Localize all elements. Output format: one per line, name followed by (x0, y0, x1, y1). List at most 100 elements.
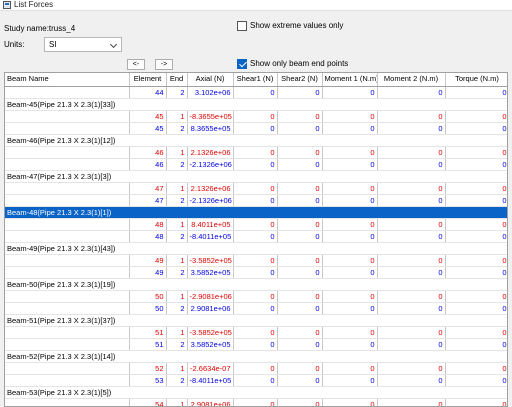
torque-cell: 0 (445, 266, 507, 279)
beam-name-cell (5, 182, 130, 195)
shear1-cell: 0 (233, 338, 278, 351)
table-row[interactable]: 51 1 -3.5852e+05 0 0 0 0 0 (5, 326, 507, 339)
beam-name-cell (5, 146, 130, 159)
table-row[interactable]: 45 1 -8.3655e+05 0 0 0 0 0 (5, 110, 507, 123)
header-shear2[interactable]: Shear2 (N) (277, 73, 323, 87)
header-moment1[interactable]: Moment 1 (N.m) (322, 73, 378, 87)
beam-name-cell: Beam-46(Pipe 21.3 X 2.3(1)[12]) (5, 134, 507, 147)
beam-group-row[interactable]: Beam-47(Pipe 21.3 X 2.3(1)[3]) (5, 170, 507, 183)
shear2-cell: 0 (277, 374, 323, 387)
moment1-cell: 0 (322, 158, 378, 171)
axial-cell: -8.4011e+05 (187, 230, 234, 243)
table-header-row: Beam Name Element End Axial (N) Shear1 (… (5, 73, 507, 87)
moment2-cell: 0 (377, 362, 446, 375)
table-row[interactable]: 50 2 2.9081e+06 0 0 0 0 0 (5, 302, 507, 315)
shear1-cell: 0 (233, 326, 278, 339)
extreme-values-checkbox[interactable] (237, 21, 247, 31)
axial-cell: 2.9081e+06 (187, 302, 234, 315)
shear1-cell: 0 (233, 266, 278, 279)
window-title: List Forces (14, 0, 54, 9)
table-row[interactable]: 45 2 8.3655e+05 0 0 0 0 0 (5, 122, 507, 135)
table-row[interactable]: 44 2 3.102e+06 0 0 0 0 0 (5, 86, 507, 99)
table-row[interactable]: 49 1 -3.5852e+05 0 0 0 0 0 (5, 254, 507, 267)
header-moment2[interactable]: Moment 2 (N.m) (377, 73, 446, 87)
end-cell: 1 (166, 218, 188, 231)
header-axial[interactable]: Axial (N) (187, 73, 234, 87)
beam-group-row[interactable]: Beam-51(Pipe 21.3 X 2.3(1)[37]) (5, 314, 507, 327)
element-cell: 54 (129, 398, 167, 406)
beam-group-row[interactable]: Beam-45(Pipe 21.3 X 2.3(1)[33]) (5, 98, 507, 111)
beam-group-row[interactable]: Beam-50(Pipe 21.3 X 2.3(1)[19]) (5, 278, 507, 291)
table-row[interactable]: 47 1 2.1326e+06 0 0 0 0 0 (5, 182, 507, 195)
table-row[interactable]: 52 1 -2.6634e-07 0 0 0 0 0 (5, 362, 507, 375)
table-row[interactable]: 54 1 2.9081e+06 0 0 0 0 0 (5, 398, 507, 406)
moment2-cell: 0 (377, 254, 446, 267)
torque-cell: 0 (445, 338, 507, 351)
shear2-cell: 0 (277, 110, 323, 123)
beam-end-points-checkbox[interactable] (237, 59, 247, 69)
element-cell: 44 (129, 86, 167, 99)
end-cell: 2 (166, 338, 188, 351)
table-row[interactable]: 48 1 8.4011e+05 0 0 0 0 0 (5, 218, 507, 231)
beam-end-points-label[interactable]: Show only beam end points (250, 59, 348, 69)
beam-group-row[interactable]: Beam-52(Pipe 21.3 X 2.3(1)[14]) (5, 350, 507, 363)
header-shear1[interactable]: Shear1 (N) (233, 73, 278, 87)
table-row[interactable]: 49 2 3.5852e+05 0 0 0 0 0 (5, 266, 507, 279)
torque-cell: 0 (445, 218, 507, 231)
end-cell: 1 (166, 146, 188, 159)
header-beam-name[interactable]: Beam Name (5, 73, 130, 87)
moment1-cell: 0 (322, 146, 378, 159)
moment2-cell: 0 (377, 86, 446, 99)
units-dropdown[interactable]: SI (44, 37, 122, 52)
moment1-cell: 0 (322, 326, 378, 339)
moment2-cell: 0 (377, 110, 446, 123)
axial-cell: -2.6634e-07 (187, 362, 234, 375)
shear1-cell: 0 (233, 254, 278, 267)
moment1-cell: 0 (322, 86, 378, 99)
moment1-cell: 0 (322, 290, 378, 303)
beam-name-cell (5, 110, 130, 123)
moment2-cell: 0 (377, 194, 446, 207)
beam-group-row[interactable]: Beam-49(Pipe 21.3 X 2.3(1)[43]) (5, 242, 507, 255)
beam-name-cell (5, 218, 130, 231)
table-row[interactable]: 47 2 -2.1326e+06 0 0 0 0 0 (5, 194, 507, 207)
shear2-cell: 0 (277, 182, 323, 195)
moment1-cell: 0 (322, 398, 378, 406)
forces-table[interactable]: Beam Name Element End Axial (N) Shear1 (… (4, 72, 508, 407)
shear1-cell: 0 (233, 374, 278, 387)
moment2-cell: 0 (377, 218, 446, 231)
axial-cell: -3.5852e+05 (187, 254, 234, 267)
table-row[interactable]: 46 1 2.1326e+06 0 0 0 0 0 (5, 146, 507, 159)
table-row[interactable]: 46 2 -2.1326e+06 0 0 0 0 0 (5, 158, 507, 171)
beam-name-cell (5, 86, 130, 99)
axial-cell: -8.3655e+05 (187, 110, 234, 123)
study-name-label: Study name:truss_4 (4, 24, 76, 33)
extreme-values-label[interactable]: Show extreme values only (250, 21, 343, 31)
beam-group-row[interactable]: Beam-53(Pipe 21.3 X 2.3(1)[5]) (5, 386, 507, 399)
shear2-cell: 0 (277, 302, 323, 315)
beam-name-cell (5, 398, 130, 406)
axial-cell: 2.1326e+06 (187, 182, 234, 195)
table-row[interactable]: 53 2 -8.4011e+05 0 0 0 0 0 (5, 374, 507, 387)
table-row[interactable]: 48 2 -8.4011e+05 0 0 0 0 0 (5, 230, 507, 243)
shear2-cell: 0 (277, 326, 323, 339)
element-cell: 49 (129, 254, 167, 267)
moment1-cell: 0 (322, 338, 378, 351)
moment2-cell: 0 (377, 290, 446, 303)
moment2-cell: 0 (377, 302, 446, 315)
element-cell: 47 (129, 194, 167, 207)
moment1-cell: 0 (322, 374, 378, 387)
header-torque[interactable]: Torque (N.m) (445, 73, 507, 87)
beam-group-row[interactable]: Beam-46(Pipe 21.3 X 2.3(1)[12]) (5, 134, 507, 147)
beam-group-row[interactable]: Beam-48(Pipe 21.3 X 2.3(1)[1]) (5, 206, 507, 219)
shear1-cell: 0 (233, 182, 278, 195)
table-row[interactable]: 50 1 -2.9081e+06 0 0 0 0 0 (5, 290, 507, 303)
header-end[interactable]: End (166, 73, 188, 87)
header-element[interactable]: Element (129, 73, 167, 87)
next-button[interactable]: -> (155, 59, 173, 70)
torque-cell: 0 (445, 146, 507, 159)
previous-button[interactable]: <- (127, 59, 145, 70)
table-row[interactable]: 51 2 3.5852e+05 0 0 0 0 0 (5, 338, 507, 351)
end-cell: 1 (166, 182, 188, 195)
axial-cell: -2.1326e+06 (187, 158, 234, 171)
